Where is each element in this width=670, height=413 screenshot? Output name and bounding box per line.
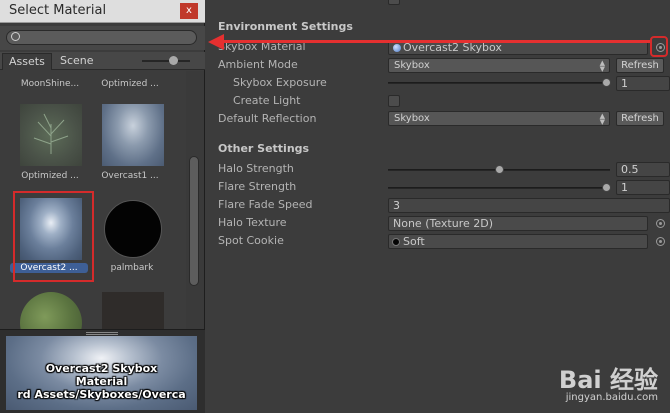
asset-item-name[interactable]: Optimized ... [88,79,172,89]
search-input[interactable] [6,30,197,45]
asset-item-name[interactable]: Optimized ... [8,171,92,181]
create-light-label: Create Light [233,94,301,107]
asset-item-name[interactable]: Overcast1 ... [88,171,172,181]
search-icon [11,32,20,41]
halo-texture-field[interactable]: None (Texture 2D) [388,216,648,231]
asset-thumbnail[interactable] [102,292,164,329]
grid-scrollbar-thumb[interactable] [189,156,199,286]
ambient-mode-dropdown[interactable]: Skybox ▲ ▼ [388,58,610,73]
search-bar [0,26,205,50]
dropdown-arrows-icon: ▲ ▼ [599,112,605,126]
create-light-checkbox[interactable] [388,95,400,107]
halo-texture-picker-icon[interactable] [656,219,665,228]
lighting-inspector: Environment Settings Skybox Material Ove… [205,0,670,413]
flare-strength-knob[interactable] [602,183,611,192]
resize-grip-icon[interactable] [86,332,118,335]
texture-thumb-icon [392,238,400,246]
dropdown-arrows-icon: ▲ ▼ [599,59,605,73]
reflection-refresh-button[interactable]: Refresh [616,111,664,126]
preview-path: rd Assets/Skyboxes/Overca [17,388,186,401]
other-settings-title: Other Settings [218,142,310,155]
asset-item-name[interactable]: palmbark [90,263,174,273]
ambient-mode-value: Skybox [394,60,430,71]
black-sphere-icon [104,200,162,258]
environment-settings-title: Environment Settings [218,20,353,33]
window-title: Select Material [9,3,107,18]
material-sphere-icon [393,44,401,52]
top-cut-checkbox[interactable] [388,0,400,5]
window-titlebar[interactable]: Select Material x [0,0,205,23]
skybox-exposure-slider[interactable] [388,82,610,84]
selection-highlight [13,191,94,282]
spot-cookie-value: Soft [403,235,425,248]
asset-thumbnail[interactable] [102,104,164,166]
spot-cookie-label: Spot Cookie [218,234,284,247]
preview-type: Material [75,375,128,388]
skybox-exposure-field[interactable]: 1 [616,76,670,91]
skybox-preview-image: Overcast2 Skybox Material rd Assets/Skyb… [6,336,197,410]
arrow-head-icon [208,34,224,50]
skybox-exposure-label: Skybox Exposure [233,76,327,89]
plant-preview-icon [33,113,69,154]
tab-scene[interactable]: Scene [54,53,100,70]
tab-bar: Assets Scene [0,52,205,70]
watermark-url: jingyan.baidu.com [565,392,658,403]
default-reflection-dropdown[interactable]: Skybox ▲ ▼ [388,111,610,126]
halo-strength-knob[interactable] [495,165,504,174]
default-reflection-value: Skybox [394,113,430,124]
watermark: Bai 经验 jingyan.baidu.com [559,368,658,403]
material-preview-panel: Overcast2 Skybox Material rd Assets/Skyb… [0,329,205,413]
halo-texture-label: Halo Texture [218,216,287,229]
asset-item-name[interactable]: MoonShine... [8,79,92,89]
default-reflection-label: Default Reflection [218,112,317,125]
flare-strength-label: Flare Strength [218,180,297,193]
flare-fade-speed-field[interactable]: 3 [388,198,670,213]
picker-highlight [650,36,668,57]
asset-thumbnail[interactable] [20,104,82,166]
preview-title: Overcast2 Skybox [45,362,158,375]
thumbnail-size-slider[interactable] [142,60,190,62]
halo-strength-label: Halo Strength [218,162,294,175]
thumbnail-size-knob[interactable] [169,56,178,65]
ambient-refresh-button[interactable]: Refresh [616,58,664,73]
grid-scrollbar[interactable] [186,71,204,329]
flare-strength-slider[interactable] [388,187,610,189]
close-button[interactable]: x [180,3,198,19]
annotation-arrow [222,40,650,43]
spot-cookie-field[interactable]: Soft [388,234,648,249]
flare-strength-field[interactable]: 1 [616,180,670,195]
spot-cookie-picker-icon[interactable] [656,237,665,246]
skybox-exposure-knob[interactable] [602,78,611,87]
tab-assets[interactable]: Assets [2,53,52,70]
flare-fade-speed-label: Flare Fade Speed [218,198,313,211]
asset-thumbnail[interactable] [102,198,164,260]
ambient-mode-label: Ambient Mode [218,58,298,71]
watermark-logo: Bai 经验 [558,366,658,394]
halo-strength-field[interactable]: 0.5 [616,162,670,177]
asset-thumbnail[interactable] [20,292,82,329]
